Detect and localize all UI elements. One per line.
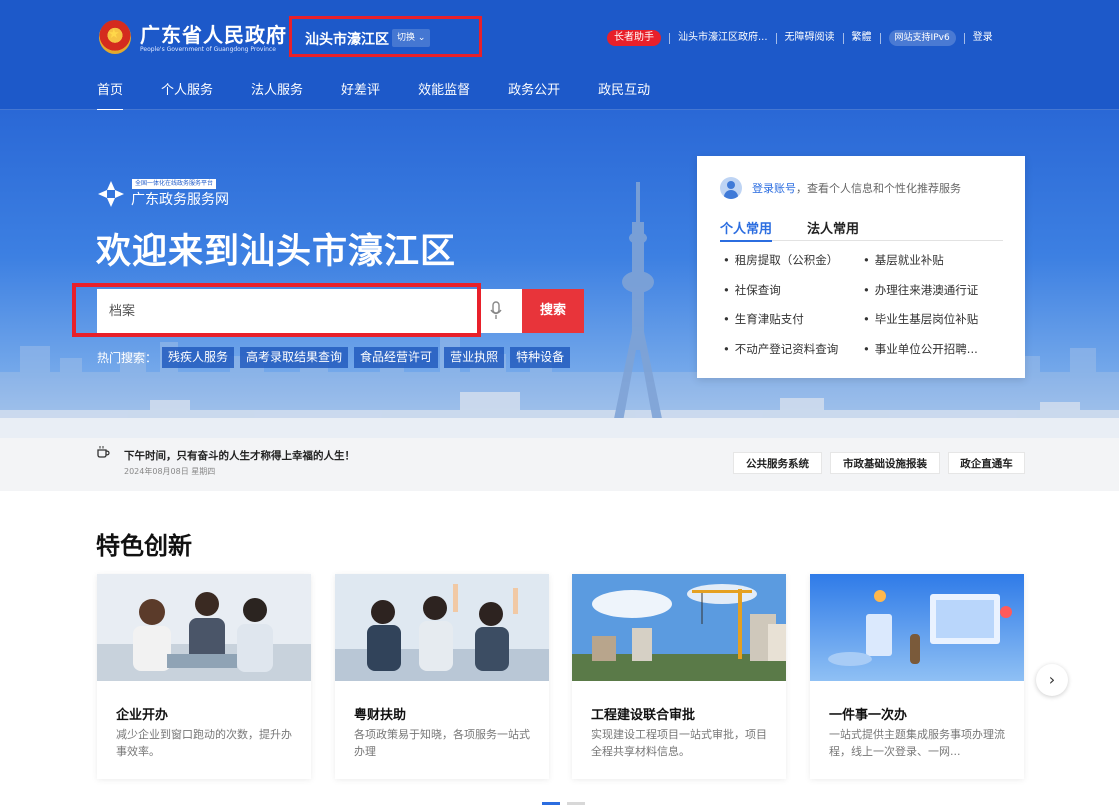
feature-desc: 实现建设工程项目一站式审批，项目全程共享材料信息。 xyxy=(591,728,767,758)
region-switch-button[interactable]: 切换 ⌄ xyxy=(392,29,431,47)
ipv6-badge: 网站支持IPv6 xyxy=(888,30,956,46)
service-link[interactable]: 事业单位公开招聘... xyxy=(863,341,1003,357)
feature-title: 企业开办 xyxy=(116,708,169,723)
platform-name: 广东政务服务网 xyxy=(131,192,229,208)
tab-corporate-common[interactable]: 法人常用 xyxy=(807,218,859,237)
switch-label: 切换 xyxy=(397,33,416,43)
notice-date: 2024年08月08日 星期四 xyxy=(124,467,216,476)
login-link[interactable]: 登录 xyxy=(973,30,993,46)
service-link[interactable]: 生育津贴支付 xyxy=(723,311,863,327)
gov-subtitle: People's Government of Guangdong Provinc… xyxy=(140,46,276,53)
hot-search-label: 热门搜索： xyxy=(97,351,158,365)
hot-tag[interactable]: 高考录取结果查询 xyxy=(240,347,349,368)
microphone-icon[interactable] xyxy=(489,301,503,321)
divider xyxy=(963,32,965,44)
digital-service-image xyxy=(810,574,1024,681)
section-title: 特色创新 xyxy=(96,532,192,560)
hot-tag[interactable]: 残疾人服务 xyxy=(162,347,235,368)
page: 广东省人民政府 People's Government of Guangdong… xyxy=(0,0,1119,805)
main-nav: 首页 个人服务 法人服务 好差评 效能监督 政务公开 政民互动 xyxy=(97,79,650,112)
search-highlight-box xyxy=(72,283,481,337)
feature-card[interactable]: 工程建设联合审批 实现建设工程项目一站式审批，项目全程共享材料信息。 xyxy=(572,574,786,779)
service-link[interactable]: 基层就业补贴 xyxy=(863,252,1003,268)
quick-link-enterprise[interactable]: 政企直通车 xyxy=(948,452,1025,474)
hot-tag[interactable]: 营业执照 xyxy=(444,347,505,368)
nav-item-rating[interactable]: 好差评 xyxy=(341,79,380,98)
feature-desc: 一站式提供主题集成服务事项办理流程，线上一次登录、一网... xyxy=(829,728,1005,758)
notice-text: 下午时间，只有奋斗的人生才称得上幸福的人生！ xyxy=(124,450,355,462)
national-emblem-icon[interactable] xyxy=(99,20,131,54)
tab-personal-common[interactable]: 个人常用 xyxy=(720,218,773,242)
service-tabs: 个人常用 法人常用 xyxy=(720,218,1003,242)
service-link[interactable]: 社保查询 xyxy=(723,282,863,298)
divider xyxy=(669,32,670,44)
platform-tag: 全国一体化在线政务服务平台 xyxy=(132,179,217,189)
traditional-chinese-link[interactable]: 繁體 xyxy=(852,30,872,46)
hot-search-row: 热门搜索： 残疾人服务 高考录取结果查询 食品经营许可 营业执照 特种设备 xyxy=(97,347,576,368)
top-utility-bar: 长者助手 汕头市濠江区政府... 无障碍阅读 繁體 网站支持IPv6 登录 xyxy=(607,30,993,46)
feature-title: 粤财扶助 xyxy=(354,708,407,723)
feature-card[interactable]: 企业开办 减少企业到窗口跑动的次数，提升办事效率。 xyxy=(97,574,311,779)
business-team-image xyxy=(97,574,311,681)
search-button[interactable]: 搜索 xyxy=(522,289,584,333)
accessible-reading-link[interactable]: 无障碍阅读 xyxy=(785,30,835,46)
quick-link-public-service[interactable]: 公共服务系统 xyxy=(733,452,822,474)
feature-card[interactable]: 粤财扶助 各项政策易于知晓，各项服务一站式办理 xyxy=(335,574,549,779)
login-card: 登录账号，查看个人信息和个性化推荐服务 个人常用 法人常用 租房提取（公积金） … xyxy=(697,156,1025,378)
feature-desc: 减少企业到窗口跑动的次数，提升办事效率。 xyxy=(116,728,292,758)
feature-title: 工程建设联合审批 xyxy=(591,708,696,723)
login-prompt: 登录账号，查看个人信息和个性化推荐服务 xyxy=(752,180,961,196)
feature-card[interactable]: 一件事一次办 一站式提供主题集成服务事项办理流程，线上一次登录、一网... xyxy=(810,574,1024,779)
welcome-heading: 欢迎来到汕头市濠江区 xyxy=(96,232,457,272)
service-link[interactable]: 租房提取（公积金） xyxy=(723,252,863,268)
hot-tag[interactable]: 特种设备 xyxy=(510,347,571,368)
nav-item-interaction[interactable]: 政民互动 xyxy=(598,79,650,98)
chevron-right-icon[interactable]: › xyxy=(1036,664,1068,696)
region-name: 汕头市濠江区 xyxy=(305,32,389,48)
divider xyxy=(775,32,777,44)
gov-site-link[interactable]: 汕头市濠江区政府... xyxy=(678,30,768,46)
celebrating-team-image xyxy=(335,574,549,681)
login-hint: ，查看个人信息和个性化推荐服务 xyxy=(796,182,961,195)
nav-item-personal[interactable]: 个人服务 xyxy=(161,79,213,98)
feature-desc: 各项政策易于知晓，各项服务一站式办理 xyxy=(354,728,530,758)
nav-item-home[interactable]: 首页 xyxy=(97,79,124,112)
login-account-link[interactable]: 登录账号 xyxy=(752,182,796,195)
gd-service-logo-icon xyxy=(98,181,124,207)
nav-item-corporate[interactable]: 法人服务 xyxy=(251,79,303,98)
nav-item-disclosure[interactable]: 政务公开 xyxy=(508,79,560,98)
coffee-cup-icon xyxy=(97,446,110,458)
chevron-down-icon: ⌄ xyxy=(417,33,426,43)
gov-title[interactable]: 广东省人民政府 xyxy=(140,19,287,48)
quick-link-municipal[interactable]: 市政基础设施报装 xyxy=(830,452,940,474)
divider xyxy=(842,32,844,44)
service-link[interactable]: 办理往来港澳通行证 xyxy=(863,282,1003,298)
construction-site-image xyxy=(572,574,786,681)
hot-tag[interactable]: 食品经营许可 xyxy=(354,347,439,368)
nav-item-supervision[interactable]: 效能监督 xyxy=(418,79,470,98)
feature-title: 一件事一次办 xyxy=(829,708,908,723)
elder-assistant-button[interactable]: 长者助手 xyxy=(607,30,661,46)
divider xyxy=(879,32,881,44)
service-link[interactable]: 毕业生基层岗位补贴 xyxy=(863,311,1003,327)
service-link[interactable]: 不动产登记资料查询 xyxy=(723,341,863,357)
user-avatar-icon xyxy=(720,177,742,199)
